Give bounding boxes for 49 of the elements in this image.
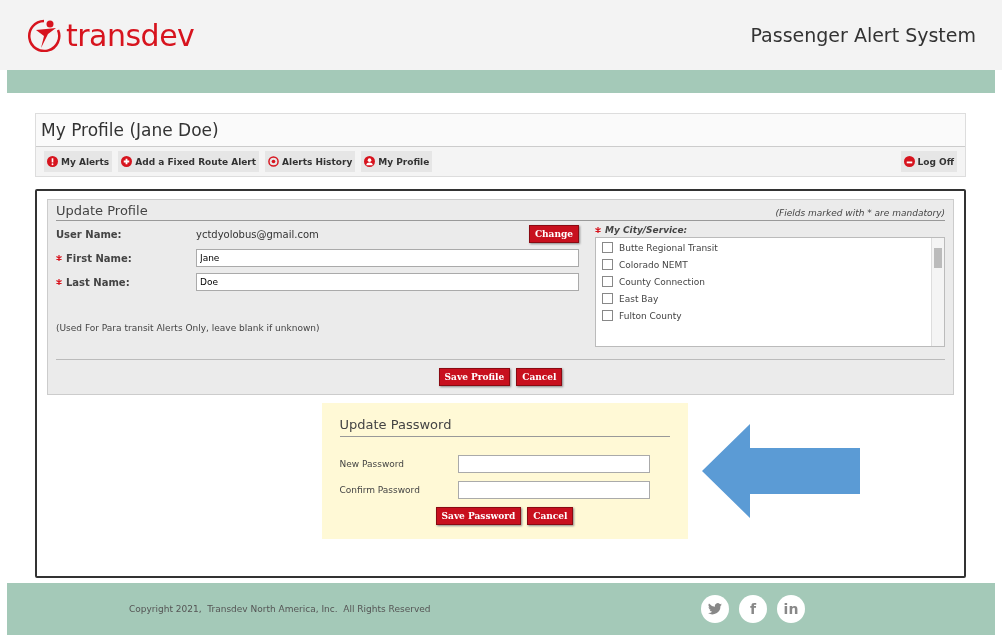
social-link[interactable]: f xyxy=(739,595,767,623)
city-option[interactable]: Colorado NEMT xyxy=(602,259,925,270)
panel-title: Update Profile xyxy=(56,203,148,218)
alert-icon xyxy=(47,156,58,167)
field-label: First Name: xyxy=(66,252,132,264)
cancel-button[interactable]: Cancel xyxy=(527,507,574,525)
plus-icon xyxy=(121,156,133,167)
checkbox[interactable] xyxy=(602,242,613,253)
password-field[interactable] xyxy=(457,481,650,499)
twitter-link[interactable] xyxy=(701,595,729,623)
city-option[interactable]: East Bay xyxy=(602,293,925,304)
scrollbar[interactable] xyxy=(931,238,944,346)
mandatory-note: (Fields marked with * are mandatory) xyxy=(775,208,945,218)
nav-link[interactable]: Add a Fixed Route Alert xyxy=(118,151,260,172)
save-password-button[interactable]: Save Password xyxy=(435,507,522,525)
panel-title: Update Password xyxy=(339,417,670,437)
bird-icon xyxy=(708,603,722,615)
text-field[interactable]: Jane xyxy=(196,249,579,267)
checkbox[interactable] xyxy=(602,310,613,321)
password-field[interactable] xyxy=(457,455,650,473)
text-field[interactable]: Doe xyxy=(196,273,579,291)
logo-text: transdev xyxy=(66,17,195,53)
change-button[interactable]: Change xyxy=(528,225,579,243)
app-title: Passenger Alert System xyxy=(750,24,976,46)
user-icon xyxy=(364,156,376,167)
logo-icon xyxy=(26,18,62,52)
power-icon xyxy=(903,156,915,167)
city-option[interactable]: Fulton County xyxy=(602,310,925,321)
checkbox[interactable] xyxy=(602,293,613,304)
copyright-text: Copyright 2021, Transdev North America, Inc. All Rights Reserved xyxy=(129,604,431,614)
logoff-link[interactable]: Log Off xyxy=(900,151,957,172)
save-profile-button[interactable]: Save Profile xyxy=(438,368,511,386)
field-label: New Password xyxy=(339,459,406,469)
cancel-button[interactable]: Cancel xyxy=(516,368,563,386)
user-name: yctdyolobus@gmail.com xyxy=(196,228,320,240)
field-label: User Name: xyxy=(56,228,123,240)
checkbox[interactable] xyxy=(602,259,613,270)
field-label: Last Name: xyxy=(66,276,130,288)
nav-link[interactable]: Alerts History xyxy=(265,151,356,172)
city-option[interactable]: County Connection xyxy=(602,276,925,287)
city-option[interactable]: Butte Regional Transit xyxy=(602,242,925,253)
field-label: Confirm Password xyxy=(339,485,421,495)
social-link[interactable]: in xyxy=(777,595,805,623)
checkbox[interactable] xyxy=(602,276,613,287)
hint-text: (Used For Para transit Alerts Only, leave blank if unknown) xyxy=(56,323,321,333)
history-icon xyxy=(268,156,280,167)
nav-link[interactable]: My Profile xyxy=(361,151,433,172)
nav-link[interactable]: My Alerts xyxy=(44,151,113,172)
city-label: My City/Service: xyxy=(605,225,688,235)
